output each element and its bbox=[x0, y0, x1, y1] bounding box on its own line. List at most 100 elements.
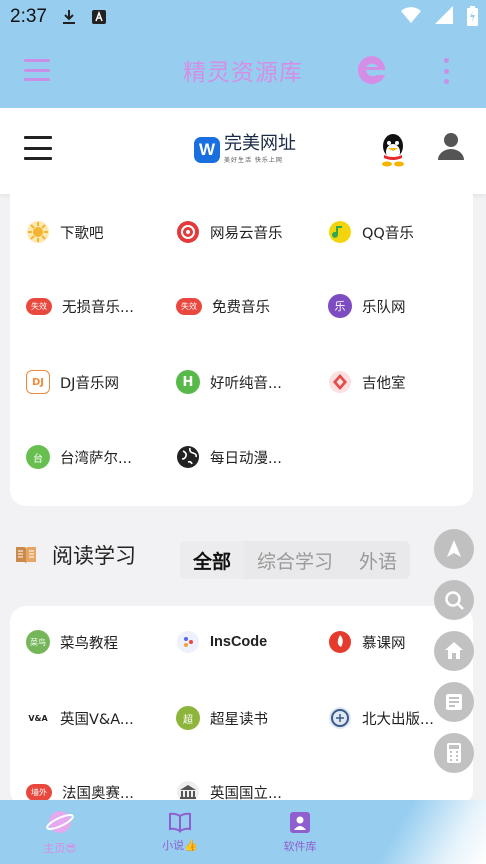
dj-icon: DJ bbox=[26, 370, 50, 394]
invalid-badge-icon: 失效 bbox=[26, 297, 52, 315]
item-label: 好听纯音... bbox=[210, 375, 282, 392]
item-label: 每日动漫... bbox=[210, 450, 282, 467]
wifi-icon bbox=[401, 6, 421, 30]
item-label: 英国V&A... bbox=[60, 711, 134, 728]
signal-icon bbox=[435, 6, 453, 30]
reading-tabs: 全部 综合学习 外语 bbox=[180, 541, 411, 579]
reading-card: 菜鸟 菜鸟教程 InsCode 慕课网 V&A 英国V&A... 超 超星读书 … bbox=[10, 606, 473, 806]
h-icon: H bbox=[176, 370, 200, 394]
web-header: W 完美网址 美好生活 快乐上网 bbox=[0, 108, 486, 194]
software-icon bbox=[290, 812, 310, 833]
imooc-icon bbox=[328, 630, 352, 654]
item-label: InsCode bbox=[210, 634, 268, 650]
item-label: DJ音乐网 bbox=[60, 375, 119, 392]
list-item[interactable]: H 好听纯音... bbox=[176, 367, 282, 397]
nav-home[interactable]: 主页😎 bbox=[0, 800, 120, 864]
item-label: 乐队网 bbox=[362, 299, 406, 316]
book-icon bbox=[16, 547, 36, 564]
list-item[interactable]: 下歌吧 bbox=[26, 217, 104, 247]
list-item[interactable]: 北大出版... bbox=[328, 703, 434, 733]
item-label: 慕课网 bbox=[362, 635, 406, 652]
chaoxing-icon: 超 bbox=[176, 706, 200, 730]
list-item[interactable]: V&A 英国V&A... bbox=[26, 703, 134, 733]
taiwan-icon: 台 bbox=[26, 445, 50, 469]
logo-name: 完美网址 bbox=[224, 133, 296, 154]
guitar-room-icon bbox=[328, 370, 352, 394]
search-button[interactable] bbox=[434, 580, 474, 620]
list-item[interactable]: 台 台湾萨尔... bbox=[26, 442, 132, 472]
download-icon bbox=[61, 9, 77, 25]
nav-novel-label: 小说👍 bbox=[162, 839, 198, 852]
site-logo[interactable]: W 完美网址 美好生活 快乐上网 bbox=[194, 135, 296, 164]
va-icon: V&A bbox=[26, 706, 50, 730]
item-label: 超星读书 bbox=[210, 711, 268, 728]
home-button[interactable] bbox=[434, 631, 474, 671]
calculator-button[interactable] bbox=[434, 733, 474, 773]
item-label: 无损音乐... bbox=[62, 299, 134, 316]
search-icon bbox=[445, 591, 464, 610]
status-time: 2:37 bbox=[10, 5, 47, 27]
inscode-icon bbox=[176, 630, 200, 654]
nav-home-label: 主页😎 bbox=[43, 842, 77, 855]
list-item[interactable]: 失效 无损音乐... bbox=[26, 291, 134, 321]
battery-icon bbox=[467, 6, 478, 30]
nav-novel[interactable]: 小说👍 bbox=[120, 800, 240, 864]
sun-icon bbox=[26, 220, 50, 244]
pku-icon bbox=[328, 706, 352, 730]
wall-badge-icon: 墙外 bbox=[26, 783, 52, 801]
item-label: 北大出版... bbox=[362, 711, 434, 728]
list-item[interactable]: 菜鸟 菜鸟教程 bbox=[26, 627, 118, 657]
runoob-icon: 菜鸟 bbox=[26, 630, 50, 654]
bottom-nav: 主页😎 小说👍 软件库 bbox=[0, 800, 486, 864]
list-item[interactable]: 失效 免费音乐 bbox=[176, 291, 270, 321]
list-item[interactable]: 网易云音乐 bbox=[176, 217, 283, 247]
section-header-reading: 阅读学习 bbox=[14, 540, 136, 570]
a-icon bbox=[91, 9, 107, 25]
item-label: 吉他室 bbox=[362, 375, 406, 392]
home-icon bbox=[445, 642, 463, 659]
reader-icon bbox=[446, 694, 462, 710]
user-icon[interactable] bbox=[437, 132, 465, 162]
qq-penguin-icon[interactable] bbox=[378, 133, 408, 167]
more-vertical-icon[interactable] bbox=[439, 58, 453, 84]
qq-music-icon bbox=[328, 220, 352, 244]
invalid-badge-icon: 失效 bbox=[176, 297, 202, 315]
item-label: 台湾萨尔... bbox=[60, 450, 132, 467]
status-bar: 2:37 bbox=[0, 0, 486, 33]
tab-all[interactable]: 全部 bbox=[180, 541, 245, 579]
list-item[interactable]: DJ DJ音乐网 bbox=[26, 367, 119, 397]
nav-software-label: 软件库 bbox=[283, 840, 317, 853]
open-book-icon bbox=[169, 812, 191, 833]
item-label: 菜鸟教程 bbox=[60, 635, 118, 652]
site-menu-button[interactable] bbox=[24, 136, 52, 160]
edge-browser-icon[interactable] bbox=[355, 53, 389, 87]
nav-software[interactable]: 软件库 bbox=[240, 800, 360, 864]
item-label: 下歌吧 bbox=[60, 225, 104, 242]
reader-button[interactable] bbox=[434, 682, 474, 722]
list-item[interactable]: InsCode bbox=[176, 627, 267, 657]
item-label: 网易云音乐 bbox=[210, 225, 283, 242]
list-item[interactable]: QQ音乐 bbox=[328, 217, 414, 247]
tab-foreign-language[interactable]: 外语 bbox=[346, 541, 410, 579]
list-item[interactable]: 慕课网 bbox=[328, 627, 406, 657]
list-item[interactable]: 吉他室 bbox=[328, 367, 406, 397]
calculator-icon bbox=[447, 743, 461, 763]
section-title: 阅读学习 bbox=[52, 544, 136, 568]
tab-general-study[interactable]: 综合学习 bbox=[244, 541, 346, 579]
logo-slogan: 美好生活 快乐上网 bbox=[224, 157, 283, 164]
list-item[interactable]: 乐 乐队网 bbox=[328, 291, 406, 321]
globe-icon bbox=[176, 445, 200, 469]
navigate-button[interactable] bbox=[434, 529, 474, 569]
home-planet-icon bbox=[46, 811, 74, 833]
item-label: 免费音乐 bbox=[212, 299, 270, 316]
netease-music-icon bbox=[176, 220, 200, 244]
list-item[interactable]: 超 超星读书 bbox=[176, 703, 268, 733]
navigate-icon bbox=[447, 540, 461, 557]
list-item[interactable]: 每日动漫... bbox=[176, 442, 282, 472]
app-bar: 精灵资源库 bbox=[0, 33, 486, 108]
band-icon: 乐 bbox=[328, 294, 352, 318]
logo-mark: W bbox=[194, 136, 220, 163]
app-title: 精灵资源库 bbox=[183, 60, 303, 86]
item-label: QQ音乐 bbox=[362, 225, 414, 242]
nav-decoration bbox=[356, 800, 486, 864]
